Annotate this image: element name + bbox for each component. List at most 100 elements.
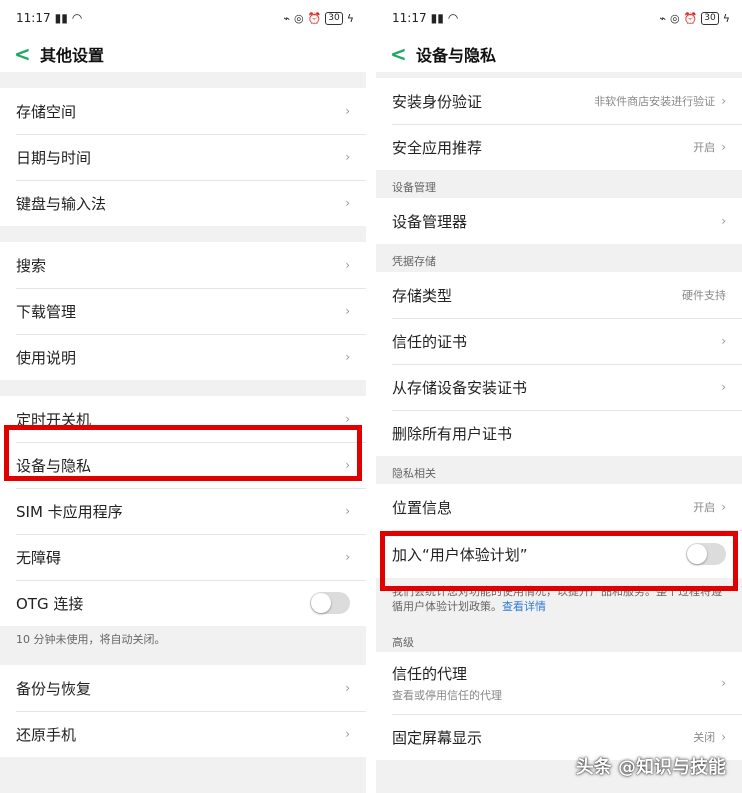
divider <box>0 655 366 665</box>
ux-plan-toggle[interactable] <box>686 543 726 565</box>
back-arrow-icon[interactable]: < <box>14 42 40 66</box>
item-value: 非软件商店安装进行验证 <box>594 95 716 108</box>
item-subtitle: 查看或停用信任的代理 <box>392 689 502 702</box>
settings-group: 定时开关机 › 设备与隐私 › SIM 卡应用程序 › 无障碍 › OTG 连接 <box>0 396 366 626</box>
settings-group: 信任的代理 查看或停用信任的代理 › 固定屏幕显示 关闭 › <box>376 652 742 760</box>
section-header: 设备管理 <box>376 170 742 198</box>
install-cert-item[interactable]: 从存储设备安装证书 › <box>376 364 742 410</box>
chevron-right-icon: › <box>345 504 350 518</box>
lock-rotation-icon: ◎ <box>293 11 304 25</box>
page-title: 设备与隐私 <box>416 46 497 65</box>
ux-note: 我们会统计您对功能的使用情况，以提升产品和服务。整个过程将遵循用户体验计划政策。… <box>376 578 742 622</box>
settings-item[interactable]: 使用说明 › <box>0 334 366 380</box>
settings-group: 存储类型 硬件支持 信任的证书 › 从存储设备安装证书 › 删除所有用户证书 <box>376 272 742 456</box>
storage-type-item: 存储类型 硬件支持 <box>376 272 742 318</box>
chevron-right-icon: › <box>345 727 350 741</box>
item-label: 信任的证书 <box>392 332 468 351</box>
item-label: 安全应用推荐 <box>392 138 483 157</box>
chevron-right-icon: › <box>721 214 726 228</box>
chevron-right-icon: › <box>345 412 350 426</box>
item-label: 存储类型 <box>392 286 453 305</box>
item-label: 搜索 <box>16 256 47 275</box>
chevron-right-icon: › <box>721 380 726 394</box>
location-item[interactable]: 位置信息 开启 › <box>376 484 742 530</box>
item-value: 开启 <box>693 501 716 514</box>
lock-rotation-icon: ◎ <box>669 11 680 25</box>
back-arrow-icon[interactable]: < <box>390 42 416 66</box>
charging-icon: ϟ <box>722 11 730 25</box>
chevron-right-icon: › <box>345 458 350 472</box>
chevron-right-icon: › <box>721 334 726 348</box>
settings-item[interactable]: 存储空间 › <box>0 88 366 134</box>
item-label: OTG 连接 <box>16 594 84 613</box>
item-label: 固定屏幕显示 <box>392 728 483 747</box>
item-label: 信任的代理 <box>392 665 468 683</box>
chevron-right-icon: › <box>345 304 350 318</box>
chevron-right-icon: › <box>345 104 350 118</box>
device-admin-item[interactable]: 设备管理器 › <box>376 198 742 244</box>
item-label: 定时开关机 <box>16 410 92 429</box>
page-title: 其他设置 <box>40 46 105 65</box>
chevron-right-icon: › <box>721 140 726 154</box>
otg-note: 10 分钟未使用，将自动关闭。 <box>0 626 366 655</box>
status-bar: 11:17 ▮▮ ◠ ⌁ ◎ ⏰ 30 ϟ <box>376 0 742 36</box>
chevron-right-icon: › <box>721 500 726 514</box>
item-label: SIM 卡应用程序 <box>16 502 123 521</box>
settings-group: 设备管理器 › <box>376 198 742 244</box>
chevron-right-icon: › <box>721 730 726 744</box>
settings-item[interactable]: 键盘与输入法 › <box>0 180 366 226</box>
item-label: 键盘与输入法 <box>16 194 107 213</box>
battery-icon: 30 <box>701 11 719 25</box>
settings-group: 位置信息 开启 › 加入“用户体验计划” <box>376 484 742 578</box>
alarm-icon: ⏰ <box>683 11 698 25</box>
settings-item[interactable]: 无障碍 › <box>0 534 366 580</box>
settings-item[interactable]: 定时开关机 › <box>0 396 366 442</box>
item-label: 使用说明 <box>16 348 77 367</box>
item-label: 安装身份验证 <box>392 92 483 111</box>
signal-icon: ▮▮ <box>430 11 444 25</box>
wifi-icon: ◠ <box>447 11 459 25</box>
settings-item[interactable]: 备份与恢复 › <box>0 665 366 711</box>
chevron-right-icon: › <box>345 350 350 364</box>
settings-item-otg[interactable]: OTG 连接 <box>0 580 366 626</box>
trust-agent-item[interactable]: 信任的代理查看或停用信任的代理 › <box>376 652 742 714</box>
chevron-right-icon: › <box>721 676 726 690</box>
settings-item[interactable]: 日期与时间 › <box>0 134 366 180</box>
section-header: 隐私相关 <box>376 456 742 484</box>
item-label: 日期与时间 <box>16 148 92 167</box>
trusted-cert-item[interactable]: 信任的证书 › <box>376 318 742 364</box>
wifi-icon: ◠ <box>71 11 83 25</box>
chevron-right-icon: › <box>345 681 350 695</box>
ux-plan-item[interactable]: 加入“用户体验计划” <box>376 530 742 578</box>
item-label: 从存储设备安装证书 <box>392 378 528 397</box>
remove-certs-item[interactable]: 删除所有用户证书 <box>376 410 742 456</box>
settings-item[interactable]: 下载管理 › <box>0 288 366 334</box>
settings-item[interactable]: 还原手机 › <box>0 711 366 757</box>
chevron-right-icon: › <box>345 258 350 272</box>
item-label: 还原手机 <box>16 725 77 744</box>
item-label: 删除所有用户证书 <box>392 424 513 443</box>
settings-group: 存储空间 › 日期与时间 › 键盘与输入法 › <box>0 88 366 226</box>
item-label: 设备管理器 <box>392 212 468 231</box>
item-value: 硬件支持 <box>682 289 726 302</box>
charging-icon: ϟ <box>346 11 354 25</box>
item-label: 备份与恢复 <box>16 679 92 698</box>
vibrate-icon: ⌁ <box>283 11 290 25</box>
section-header: 高级 <box>376 622 742 652</box>
signal-icon: ▮▮ <box>54 11 68 25</box>
safe-recommend-item[interactable]: 安全应用推荐 开启 › <box>376 124 742 170</box>
settings-item-device-privacy[interactable]: 设备与隐私 › <box>0 442 366 488</box>
other-settings-screen: 11:17 ▮▮ ◠ ⌁ ◎ ⏰ 30 ϟ < 其他设置 存储空间 › 日期与时间… <box>0 0 366 793</box>
divider <box>0 380 366 396</box>
otg-toggle[interactable] <box>310 592 350 614</box>
vibrate-icon: ⌁ <box>659 11 666 25</box>
section-header: 凭据存储 <box>376 244 742 272</box>
settings-item[interactable]: SIM 卡应用程序 › <box>0 488 366 534</box>
view-details-link[interactable]: 查看详情 <box>502 600 546 613</box>
status-time: 11:17 <box>392 11 427 25</box>
install-verify-item[interactable]: 安装身份验证 非软件商店安装进行验证 › <box>376 78 742 124</box>
settings-item[interactable]: 搜索 › <box>0 242 366 288</box>
chevron-right-icon: › <box>345 196 350 210</box>
battery-icon: 30 <box>325 11 343 25</box>
item-label: 无障碍 <box>16 548 62 567</box>
